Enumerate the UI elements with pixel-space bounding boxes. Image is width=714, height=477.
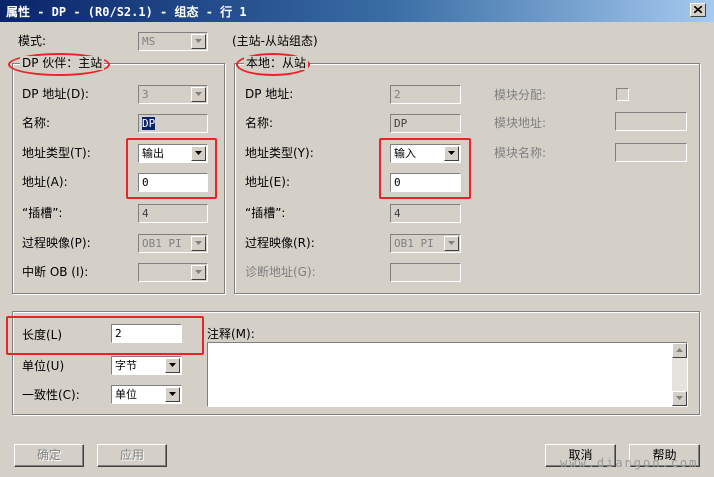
- partner-dp-address-value: 3: [142, 88, 149, 101]
- unit-select[interactable]: 字节: [111, 356, 182, 375]
- window-title: 属性 - DP - (R0/S2.1) - 组态 - 行 1: [6, 5, 247, 19]
- module-assign-checkbox: [616, 88, 629, 101]
- apply-button[interactable]: 应用: [97, 444, 167, 467]
- consistency-label: 一致性(C):: [22, 388, 80, 402]
- comment-textarea[interactable]: [207, 342, 688, 407]
- partner-address-label: 地址(A):: [22, 175, 68, 189]
- partner-name-label: 名称:: [22, 116, 51, 130]
- module-address-label: 模块地址:: [494, 116, 547, 130]
- module-name-field: [615, 143, 687, 162]
- chevron-down-icon: [169, 363, 176, 367]
- local-address-type-value: 输入: [394, 147, 416, 160]
- consistency-dropdown[interactable]: [165, 387, 180, 402]
- local-address-type-select[interactable]: 输入: [390, 144, 461, 163]
- partner-interrupt-ob-select: [138, 263, 208, 282]
- partner-process-image-value: OB1 PI: [142, 237, 182, 250]
- partner-address-type-select[interactable]: 输出: [138, 144, 208, 163]
- local-process-image-label: 过程映像(R):: [245, 236, 315, 250]
- chevron-down-icon: [195, 39, 202, 43]
- partner-slot-label: “插槽”:: [22, 206, 63, 220]
- chevron-down-icon: [448, 241, 455, 245]
- ok-button[interactable]: 确定: [14, 444, 84, 467]
- partner-interrupt-ob-label: 中断 OB (I):: [22, 265, 89, 279]
- chevron-down-icon: [195, 151, 202, 155]
- local-legend: 本地：从站: [244, 56, 309, 70]
- length-input[interactable]: 2: [111, 324, 182, 343]
- local-dp-address-field: 2: [390, 85, 461, 104]
- mode-dropdown-button: [191, 34, 206, 49]
- partner-process-image-label: 过程映像(P):: [22, 236, 91, 250]
- close-icon: [694, 6, 702, 13]
- module-name-label: 模块名称:: [494, 146, 547, 160]
- partner-dp-address-dropdown: [191, 87, 206, 102]
- consistency-value: 单位: [115, 388, 137, 401]
- local-address-label: 地址(E):: [245, 175, 290, 189]
- unit-dropdown[interactable]: [165, 358, 180, 373]
- local-dp-address-label: DP 地址:: [245, 87, 294, 101]
- partner-interrupt-ob-dropdown: [191, 265, 206, 280]
- local-process-image-dropdown: [444, 236, 459, 251]
- chevron-down-icon: [676, 396, 683, 400]
- watermark-text: www.diangon.com: [560, 456, 699, 470]
- mode-label: 模式:: [18, 34, 47, 48]
- comment-label: 注释(M):: [207, 327, 255, 341]
- partner-legend: DP 伙伴：主站: [20, 56, 105, 70]
- local-process-image-value: OB1 PI: [394, 237, 434, 250]
- mode-value: MS: [142, 35, 156, 48]
- local-slot-label: “插槽”:: [245, 206, 286, 220]
- partner-dp-address-label: DP 地址(D):: [22, 87, 89, 101]
- chevron-down-icon: [195, 241, 202, 245]
- local-address-type-label: 地址类型(Y):: [245, 146, 314, 160]
- length-label: 长度(L): [22, 328, 63, 342]
- partner-address-type-value: 输出: [142, 147, 164, 160]
- local-address-type-dropdown[interactable]: [444, 146, 459, 161]
- local-name-field: DP: [390, 114, 461, 133]
- local-diag-address-field: [390, 263, 461, 282]
- unit-label: 单位(U): [22, 359, 65, 373]
- partner-address-input[interactable]: 0: [138, 173, 208, 192]
- scroll-up-button[interactable]: [672, 343, 687, 358]
- partner-dp-address-select: 3: [138, 85, 208, 104]
- module-assign-label: 模块分配:: [494, 88, 547, 102]
- comment-scrollbar[interactable]: [672, 343, 687, 406]
- chevron-up-icon: [676, 348, 683, 352]
- module-address-field: [615, 112, 687, 131]
- chevron-down-icon: [195, 92, 202, 96]
- chevron-down-icon: [448, 151, 455, 155]
- mode-description: (主站-从站组态): [232, 34, 318, 48]
- mode-select: MS: [138, 32, 208, 51]
- chevron-down-icon: [195, 270, 202, 274]
- local-process-image-select: OB1 PI: [390, 234, 461, 253]
- partner-address-type-dropdown[interactable]: [191, 146, 206, 161]
- local-slot-field: 4: [390, 204, 461, 223]
- unit-value: 字节: [115, 359, 137, 372]
- partner-address-type-label: 地址类型(T):: [22, 146, 91, 160]
- close-button[interactable]: [690, 3, 706, 17]
- scroll-down-button[interactable]: [672, 391, 687, 406]
- local-diag-address-label: 诊断地址(G):: [245, 265, 316, 279]
- consistency-select[interactable]: 单位: [111, 385, 182, 404]
- partner-process-image-dropdown: [191, 236, 206, 251]
- partner-name-value: DP: [142, 117, 156, 130]
- partner-name-field: DP: [138, 114, 208, 133]
- partner-slot-field: 4: [138, 204, 208, 223]
- local-address-input[interactable]: 0: [390, 173, 461, 192]
- chevron-down-icon: [169, 392, 176, 396]
- partner-process-image-select: OB1 PI: [138, 234, 208, 253]
- local-name-label: 名称:: [245, 116, 274, 130]
